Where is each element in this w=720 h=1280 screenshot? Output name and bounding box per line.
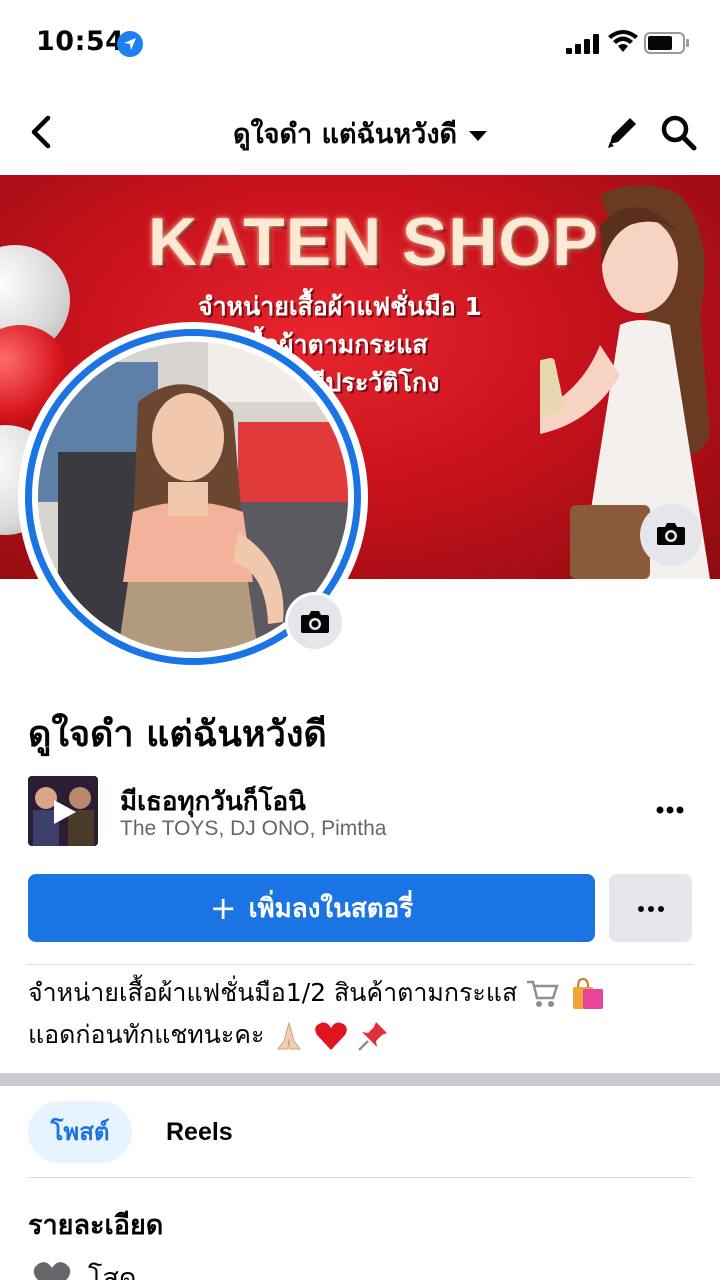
profile-camera-button[interactable] xyxy=(285,592,345,652)
divider xyxy=(28,1177,692,1178)
pencil-icon[interactable] xyxy=(604,112,642,152)
add-to-story-button[interactable]: + เพิ่มลงในสตอรี่ xyxy=(28,874,595,942)
music-thumbnail-art xyxy=(28,776,98,846)
signal-icon xyxy=(566,34,599,54)
profile-name: ดูใจดำ แต่ฉันหวังดี xyxy=(28,714,327,755)
plus-icon: + xyxy=(209,889,237,927)
cover-line: จำหน่ายเสื้อผ้าแฟชั่นมือ 1 xyxy=(198,292,482,321)
camera-icon xyxy=(301,611,329,633)
chevron-down-icon xyxy=(469,130,488,141)
more-dots-icon[interactable] xyxy=(648,790,692,830)
nav-bar: ดูใจดำ แต่ฉันหวังดี xyxy=(0,90,720,174)
tab-posts[interactable]: โพสต์ xyxy=(28,1101,132,1163)
red-heart-icon xyxy=(315,1022,348,1050)
music-thumbnail[interactable] xyxy=(28,776,98,846)
nav-title-text: ดูใจดำ แต่ฉันหวังดี xyxy=(232,119,458,150)
shopping-bags-icon xyxy=(573,977,604,1009)
shopping-cart-icon xyxy=(527,980,559,1007)
status-bar: 10:54 xyxy=(0,0,720,90)
bio: จำหน่ายเสื้อผ้าแฟชั่นมือ1/2 สินค้าตามกระ… xyxy=(28,972,688,1056)
music-title[interactable]: มีเธอทุกวันก็โอนิ xyxy=(120,781,306,822)
bio-line-1: จำหน่ายเสื้อผ้าแฟชั่นมือ1/2 สินค้าตามกระ… xyxy=(28,978,518,1007)
tab-reels[interactable]: Reels xyxy=(166,1101,233,1163)
divider xyxy=(28,964,692,965)
status-time: 10:54 xyxy=(36,26,125,57)
wifi-icon xyxy=(608,30,638,52)
location-arrow-icon xyxy=(117,31,143,57)
praying-hands-icon xyxy=(277,1021,302,1050)
more-options-button[interactable] xyxy=(609,874,692,942)
section-divider xyxy=(0,1073,720,1086)
cover-camera-button[interactable] xyxy=(640,504,702,566)
heart-icon xyxy=(33,1262,71,1280)
music-artist: The TOYS, DJ ONO, Pimtha xyxy=(120,817,387,840)
camera-icon xyxy=(657,523,685,545)
pushpin-icon xyxy=(358,1022,388,1051)
cover-title: KATEN SHOP xyxy=(148,204,599,280)
bio-line-2: แอดก่อนทักแชทนะคะ xyxy=(28,1020,265,1049)
relationship-status: โสด xyxy=(88,1263,137,1280)
add-to-story-label: เพิ่มลงในสตอรี่ xyxy=(248,894,414,924)
more-dots-icon xyxy=(638,906,664,912)
battery-icon xyxy=(644,32,689,54)
details-heading: รายละเอียด xyxy=(28,1210,164,1241)
search-icon[interactable] xyxy=(658,112,698,152)
